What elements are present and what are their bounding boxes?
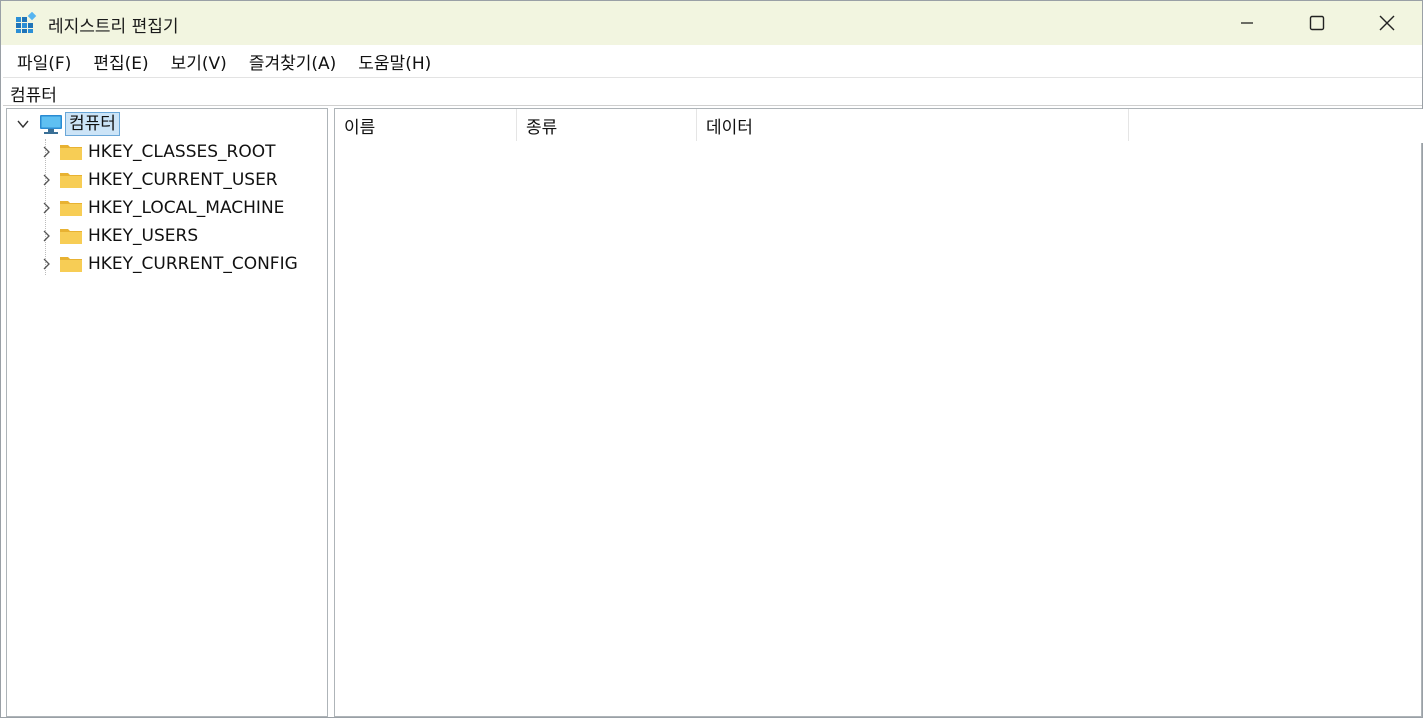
minimize-icon bbox=[1241, 22, 1253, 24]
chevron-right-icon[interactable] bbox=[37, 170, 55, 190]
column-header-name[interactable]: 이름 bbox=[335, 109, 517, 141]
chevron-right-icon[interactable] bbox=[37, 226, 55, 246]
values-list-pane[interactable]: 이름 종류 데이터 bbox=[334, 108, 1423, 717]
minimize-button[interactable] bbox=[1212, 1, 1282, 45]
maximize-icon bbox=[1309, 15, 1325, 31]
maximize-button[interactable] bbox=[1282, 1, 1352, 45]
menu-view[interactable]: 보기(V) bbox=[160, 45, 238, 78]
tree-item-label: 컴퓨터 bbox=[65, 112, 120, 136]
key-tree-pane[interactable]: 컴퓨터 HKEY_CLASSES_ROOT HKEY_CURRENT_USER bbox=[6, 108, 328, 717]
tree-item-label: HKEY_CLASSES_ROOT bbox=[88, 142, 276, 162]
tree-item-computer[interactable]: 컴퓨터 bbox=[13, 111, 120, 137]
tree-item-hkey-classes-root[interactable]: HKEY_CLASSES_ROOT bbox=[37, 139, 276, 165]
close-icon bbox=[1379, 15, 1395, 31]
title-bar[interactable]: 레지스트리 편집기 bbox=[1, 1, 1422, 45]
chevron-right-icon[interactable] bbox=[37, 142, 55, 162]
folder-icon bbox=[60, 229, 82, 244]
chevron-right-icon[interactable] bbox=[37, 198, 55, 218]
menu-help[interactable]: 도움말(H) bbox=[347, 45, 442, 78]
column-header-type[interactable]: 종류 bbox=[517, 109, 697, 141]
column-header-data[interactable]: 데이터 bbox=[697, 109, 1129, 141]
tree-item-label: HKEY_LOCAL_MACHINE bbox=[88, 198, 285, 218]
list-header: 이름 종류 데이터 bbox=[335, 109, 1423, 143]
menu-favorites[interactable]: 즐겨찾기(A) bbox=[238, 45, 347, 78]
registry-editor-icon bbox=[16, 12, 37, 33]
tree-item-label: HKEY_CURRENT_CONFIG bbox=[88, 254, 298, 274]
window-title: 레지스트리 편집기 bbox=[48, 17, 179, 37]
tree-item-hkey-current-config[interactable]: HKEY_CURRENT_CONFIG bbox=[37, 251, 298, 277]
folder-icon bbox=[60, 145, 82, 160]
tree-item-hkey-users[interactable]: HKEY_USERS bbox=[37, 223, 198, 249]
chevron-right-icon[interactable] bbox=[37, 254, 55, 274]
folder-icon bbox=[60, 257, 82, 272]
menu-edit[interactable]: 편집(E) bbox=[82, 45, 159, 78]
menu-bar: 파일(F) 편집(E) 보기(V) 즐겨찾기(A) 도움말(H) bbox=[1, 45, 1422, 77]
menu-file[interactable]: 파일(F) bbox=[6, 45, 82, 78]
computer-icon bbox=[40, 115, 62, 134]
registry-editor-window: 레지스트리 편집기 파일(F) 편집(E) 보기(V) 즐겨찾기(A) 도움말(… bbox=[0, 0, 1423, 718]
address-bar[interactable]: 컴퓨터 bbox=[3, 77, 1422, 106]
tree-item-label: HKEY_CURRENT_USER bbox=[88, 170, 278, 190]
close-button[interactable] bbox=[1352, 1, 1422, 45]
chevron-down-icon[interactable] bbox=[13, 114, 33, 134]
address-path: 컴퓨터 bbox=[10, 86, 57, 106]
tree-item-label: HKEY_USERS bbox=[88, 226, 199, 246]
folder-icon bbox=[60, 173, 82, 188]
tree-item-hkey-local-machine[interactable]: HKEY_LOCAL_MACHINE bbox=[37, 195, 284, 221]
folder-icon bbox=[60, 201, 82, 216]
tree-item-hkey-current-user[interactable]: HKEY_CURRENT_USER bbox=[37, 167, 278, 193]
